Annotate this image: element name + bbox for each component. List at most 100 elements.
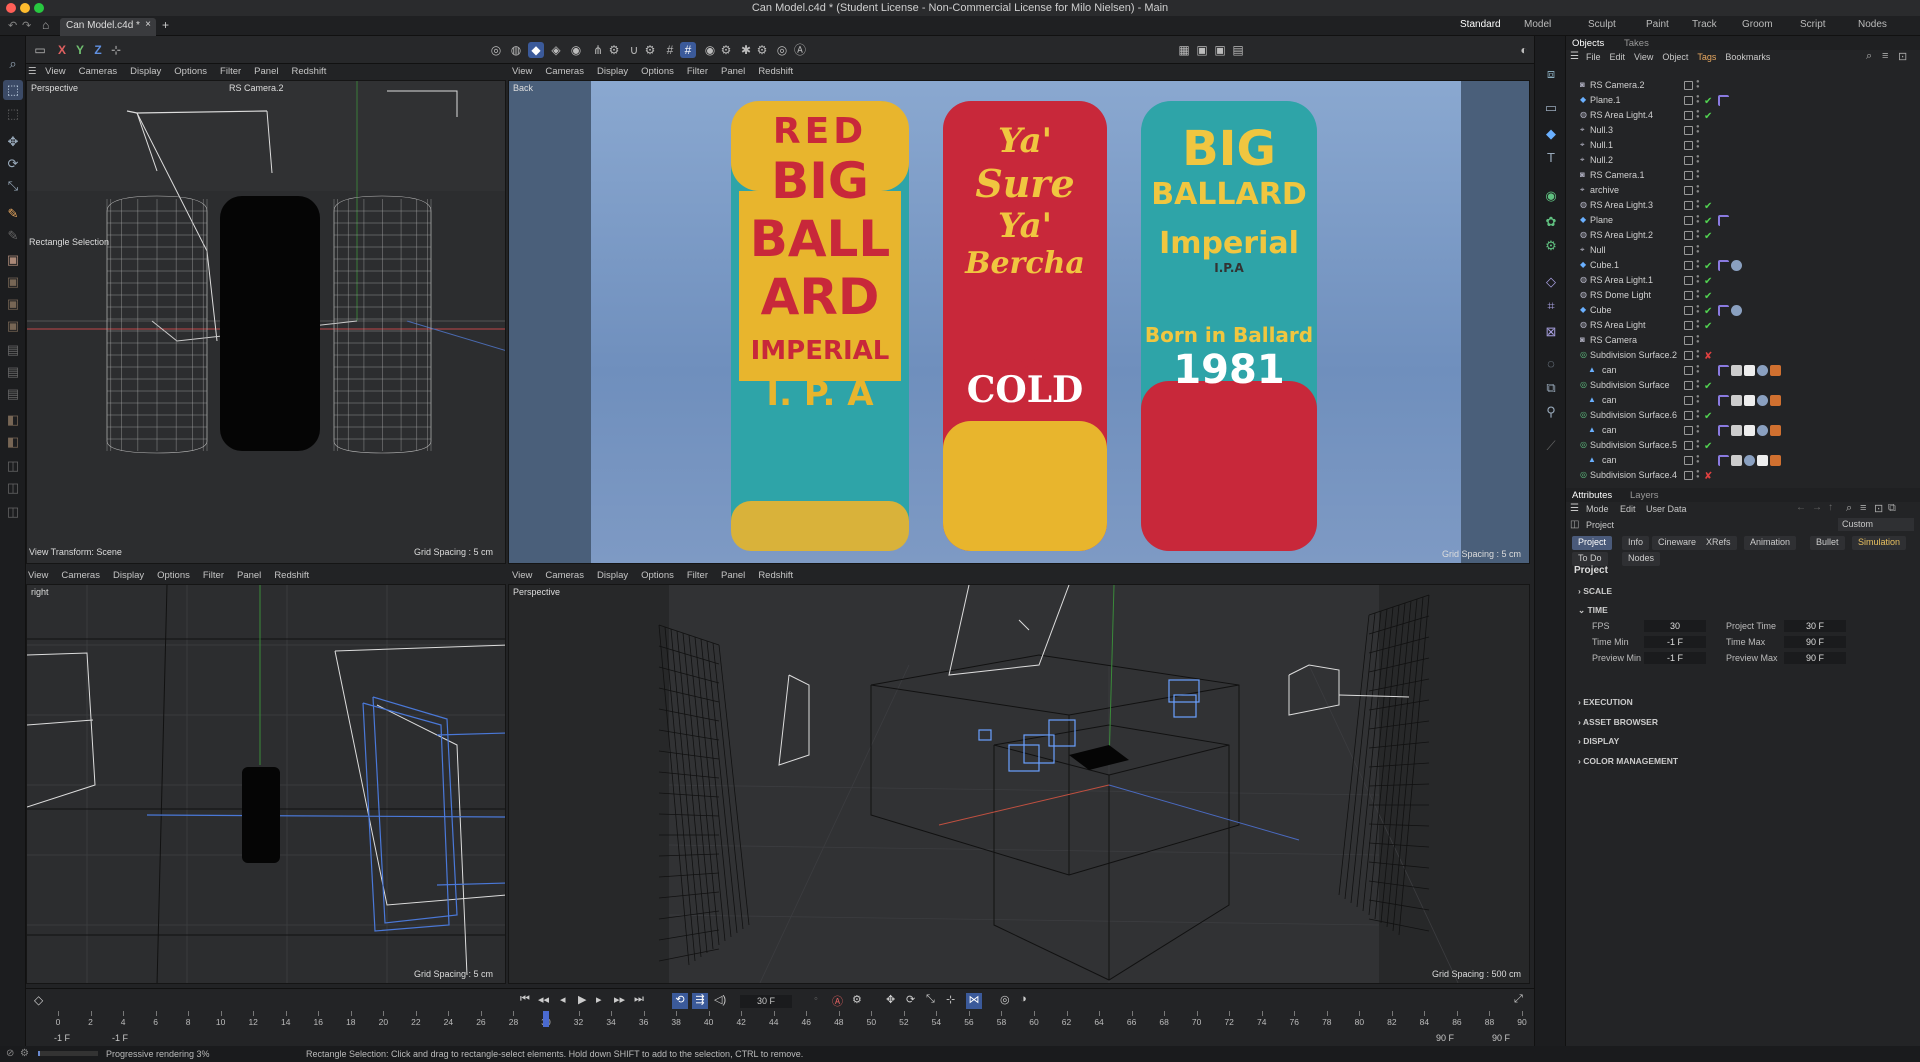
tag-mat-icon[interactable]	[1770, 395, 1781, 406]
cloner-icon[interactable]: ✿	[1541, 212, 1561, 232]
visibility-dots-icon[interactable]: ● ●	[1696, 229, 1700, 240]
object-row[interactable]: ◆ Cube.1 ● ● ✔	[1566, 258, 1920, 273]
tag-mat-icon[interactable]	[1770, 455, 1781, 466]
visibility-dots-icon[interactable]: ● ●	[1696, 274, 1700, 285]
enabled-toggle[interactable]: ✔	[1704, 409, 1712, 424]
layer-icon[interactable]	[1684, 396, 1693, 405]
workplane-icon[interactable]: ◫	[3, 478, 23, 498]
tag-flag-icon[interactable]	[1718, 395, 1729, 406]
attr-tab-nodes[interactable]: Nodes	[1622, 552, 1661, 566]
effector-icon[interactable]: ⚙	[1541, 236, 1561, 256]
layer-icon[interactable]	[1684, 291, 1693, 300]
model-mode-icon[interactable]: ◎	[488, 42, 504, 58]
start-frame[interactable]: -1 F	[54, 1033, 70, 1043]
tag-sphere-icon[interactable]	[1757, 365, 1768, 376]
layout-tab-groom[interactable]: Groom	[1742, 19, 1773, 30]
tab-attributes[interactable]: Attributes	[1572, 490, 1612, 501]
viewport-menu-filter[interactable]: Filter	[220, 66, 241, 77]
lasso-icon[interactable]: ⬚	[3, 104, 23, 124]
enabled-toggle[interactable]: ✔	[1704, 274, 1712, 289]
tag-flag-icon[interactable]	[1718, 365, 1729, 376]
enabled-toggle[interactable]: ✔	[1704, 214, 1712, 229]
menu-icon[interactable]: ☰	[1570, 503, 1579, 514]
filter-icon[interactable]: ≡	[1882, 50, 1888, 62]
home-icon[interactable]: ⌂	[42, 18, 49, 32]
layer-icon[interactable]	[1684, 366, 1693, 375]
viewport-menu-filter[interactable]: Filter	[203, 570, 224, 581]
tag-checker-icon[interactable]	[1731, 455, 1742, 466]
menu-edit[interactable]: Edit	[1620, 504, 1636, 514]
tag-mat-icon[interactable]	[1770, 365, 1781, 376]
tag-checker-icon[interactable]	[1731, 425, 1742, 436]
viewport-menu-cameras[interactable]: Cameras	[545, 570, 584, 581]
enabled-toggle[interactable]: ✔	[1704, 289, 1712, 304]
back-arrow-icon[interactable]: ←	[1796, 502, 1806, 513]
layout-tab-paint[interactable]: Paint	[1646, 19, 1669, 30]
viewport-menu-display[interactable]: Display	[597, 570, 628, 581]
layout-tab-nodes[interactable]: Nodes	[1858, 19, 1887, 30]
layer-icon[interactable]	[1684, 246, 1693, 255]
layer-icon[interactable]	[1684, 141, 1693, 150]
tab-layers[interactable]: Layers	[1630, 490, 1659, 501]
forward-arrow-icon[interactable]: →	[1812, 502, 1822, 513]
layer-icon[interactable]	[1684, 171, 1693, 180]
lock-icon[interactable]: ⊡	[1898, 50, 1907, 63]
volume-icon[interactable]: ⊠	[1541, 322, 1561, 342]
scale-icon[interactable]: ⤡	[3, 176, 23, 196]
visibility-dots-icon[interactable]: ● ●	[1696, 364, 1700, 375]
tag-tri-icon[interactable]	[1744, 365, 1755, 376]
tag-tri-icon[interactable]	[1757, 455, 1768, 466]
layer-icon[interactable]	[1684, 441, 1693, 450]
layer-icon[interactable]	[1684, 321, 1693, 330]
settings-icon[interactable]: ⚙	[20, 1046, 29, 1062]
text-icon[interactable]: T	[1541, 148, 1561, 168]
object-row[interactable]: ◎ Subdivision Surface.6 ● ● ✔	[1566, 408, 1920, 423]
tag-flag-icon[interactable]	[1718, 260, 1729, 271]
object-row[interactable]: ⌖ archive ● ●	[1566, 183, 1920, 198]
filter-icon[interactable]: ≡	[1860, 502, 1866, 514]
object-row[interactable]: ◙ RS Camera.1 ● ●	[1566, 168, 1920, 183]
render-region-icon[interactable]: ✱	[738, 42, 754, 58]
box-icon[interactable]: ▣	[3, 250, 23, 270]
tag-sphere-icon[interactable]	[1757, 425, 1768, 436]
polygons-mode-icon[interactable]: ◈	[548, 42, 564, 58]
layer-icon[interactable]	[1684, 411, 1693, 420]
attr-tab-info[interactable]: Info	[1622, 536, 1650, 550]
undo-icon[interactable]: ↶	[8, 19, 17, 32]
object-row[interactable]: ⌖ Null ● ●	[1566, 243, 1920, 258]
tag-checker-icon[interactable]	[1731, 395, 1742, 406]
tag-flag-icon[interactable]	[1718, 455, 1729, 466]
rotate-icon[interactable]: ⟳	[3, 154, 23, 174]
render-to-po-icon[interactable]: ▤	[1230, 42, 1246, 58]
brush-icon[interactable]: ✎	[3, 204, 23, 224]
tag-sphere-icon[interactable]	[1757, 395, 1768, 406]
object-row[interactable]: ◎ Subdivision Surface.5 ● ● ✔	[1566, 438, 1920, 453]
camera-add-icon[interactable]: ⧉	[1541, 378, 1561, 398]
visibility-dots-icon[interactable]: ● ●	[1696, 334, 1700, 345]
cube-primitive-icon[interactable]: ◆	[1541, 124, 1561, 144]
snap-settings-icon[interactable]: ⚙	[642, 42, 658, 58]
visibility-dots-icon[interactable]: ● ●	[1696, 214, 1700, 225]
tag-flag-icon[interactable]	[1718, 425, 1729, 436]
tag-flag-icon[interactable]	[1718, 95, 1729, 106]
object-row[interactable]: ◍ RS Area Light.2 ● ● ✔	[1566, 228, 1920, 243]
knife-icon[interactable]: ✎	[3, 226, 23, 246]
snap-icon[interactable]: ◫	[3, 456, 23, 476]
section-execution[interactable]: › EXECUTION	[1578, 697, 1633, 707]
viewport-menu-panel[interactable]: Panel	[237, 570, 261, 581]
tag-mat-icon[interactable]	[1770, 425, 1781, 436]
points-mode-icon[interactable]: ◍	[508, 42, 524, 58]
render-view-icon[interactable]: ◉	[702, 42, 718, 58]
layout-tab-sculpt[interactable]: Sculpt	[1588, 19, 1616, 30]
viewport-label[interactable]: right	[31, 587, 49, 597]
up-arrow-icon[interactable]: ↑	[1828, 502, 1833, 513]
visibility-dots-icon[interactable]: ● ●	[1696, 424, 1700, 435]
redshift-icon[interactable]: ◐	[1516, 42, 1532, 58]
move-icon[interactable]: ✥	[3, 132, 23, 152]
preview-min-field[interactable]: -1 F	[1644, 652, 1706, 664]
new-tab-icon[interactable]: +	[162, 18, 169, 32]
object-row[interactable]: ◆ Cube ● ● ✔	[1566, 303, 1920, 318]
enabled-toggle[interactable]: ✘	[1704, 349, 1712, 364]
objects-menu-view[interactable]: View	[1634, 52, 1653, 62]
viewport-label[interactable]: Perspective	[513, 587, 560, 597]
